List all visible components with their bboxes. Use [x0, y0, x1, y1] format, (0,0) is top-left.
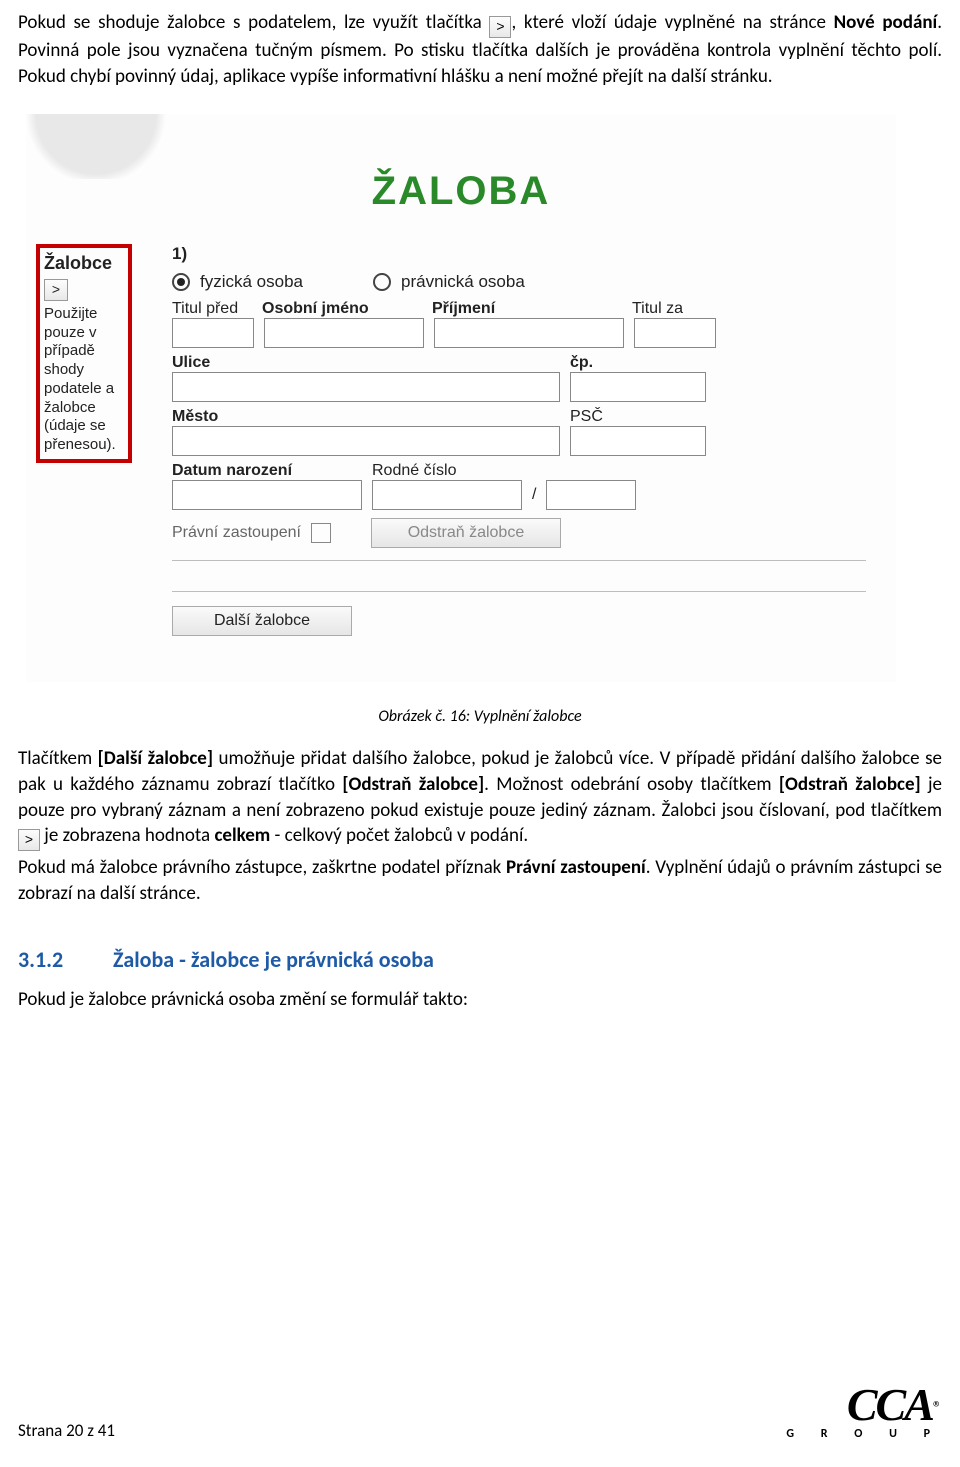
form-main: 1) fyzická osoba právnická osoba Titul p…: [132, 244, 896, 642]
sidebar-title: Žalobce: [44, 252, 124, 275]
input-osobni-jmeno[interactable]: [264, 318, 424, 348]
sidebar-zalobce: Žalobce > Použijte pouze v případě shody…: [36, 244, 132, 463]
figure-caption: Obrázek č. 16: Vyplnění žalobce: [18, 707, 942, 726]
section-number: 3.1.2: [18, 946, 108, 973]
input-mesto[interactable]: [172, 426, 560, 456]
label-prijmeni: Příjmení: [432, 300, 632, 318]
registered-icon: ®: [933, 1397, 942, 1419]
page-title: ŽALOBA: [26, 169, 896, 214]
text: . Možnost odebrání osoby tlačítkem: [484, 773, 779, 796]
slash-separator: /: [532, 486, 536, 504]
label-ulice: Ulice: [172, 354, 570, 372]
radio-pravnicka-label: právnická osoba: [401, 272, 525, 292]
input-titul-pred[interactable]: [172, 318, 254, 348]
text-bold: Právní zastoupení: [506, 856, 646, 879]
body-paragraph: Pokud má žalobce právního zástupce, zašk…: [18, 855, 942, 906]
label-titul-za: Titul za: [632, 300, 683, 318]
page-footer: Strana 20 z 41 CCA® G R O U P: [18, 1389, 942, 1441]
label-pravni-zast: Právní zastoupení: [172, 524, 301, 542]
add-plaintiff-button[interactable]: Další žalobce: [172, 606, 352, 636]
arrow-right-icon: >: [18, 829, 40, 851]
label-datum-nar: Datum narození: [172, 462, 372, 480]
text-bold: [Odstraň žalobce]: [342, 773, 484, 796]
label-psc: PSČ: [570, 408, 603, 426]
app-window: ŽALOBA Žalobce > Použijte pouze v případ…: [26, 114, 896, 682]
logo-text: CCA: [847, 1379, 933, 1430]
cca-logo: CCA® G R O U P: [786, 1389, 942, 1441]
input-datum-nar[interactable]: [172, 480, 362, 510]
text-bold: celkem: [214, 824, 270, 847]
figure-zaloba-form: ŽALOBA Žalobce > Použijte pouze v případ…: [18, 114, 942, 682]
text: Pokud se shoduje žalobce s podatelem, lz…: [18, 11, 489, 34]
input-psc[interactable]: [570, 426, 706, 456]
page-number: Strana 20 z 41: [18, 1420, 115, 1441]
copy-data-button[interactable]: >: [44, 279, 68, 301]
body-paragraph: Tlačítkem [Další žalobce] umožňuje přida…: [18, 746, 942, 851]
text: , které vloží údaje vyplněné na stránce: [511, 11, 833, 34]
text: Pokud má žalobce právního zástupce, zašk…: [18, 856, 506, 879]
text: Tlačítkem: [18, 747, 98, 770]
checkbox-pravni-zast[interactable]: [311, 523, 331, 543]
radio-pravnicka[interactable]: [373, 273, 391, 291]
input-rc-1[interactable]: [372, 480, 522, 510]
separator: [172, 591, 866, 592]
radio-fyzicka-label: fyzická osoba: [200, 272, 303, 292]
label-mesto: Město: [172, 408, 570, 426]
text: je zobrazena hodnota: [40, 824, 214, 847]
sidebar-hint: Použijte pouze v případě shody podatele …: [44, 305, 124, 455]
input-rc-2[interactable]: [546, 480, 636, 510]
section-heading: 3.1.2 Žaloba - žalobce je právnická osob…: [18, 946, 942, 973]
separator: [172, 560, 866, 561]
logo-subtitle: G R O U P: [786, 1427, 942, 1441]
arrow-right-icon: >: [489, 16, 511, 38]
radio-fyzicka[interactable]: [172, 273, 190, 291]
intro-paragraph: Pokud se shoduje žalobce s podatelem, lz…: [18, 10, 942, 89]
remove-plaintiff-button[interactable]: Odstraň žalobce: [371, 518, 561, 548]
input-titul-za[interactable]: [634, 318, 716, 348]
section-title: Žaloba - žalobce je právnická osoba: [113, 946, 434, 973]
form-number: 1): [172, 244, 866, 264]
label-cp: čp.: [570, 354, 593, 372]
text-bold: [Odstraň žalobce]: [779, 773, 921, 796]
text: - celkový počet žalobců v podání.: [270, 824, 528, 847]
label-rodne-cislo: Rodné číslo: [372, 462, 457, 480]
label-osobni-jmeno: Osobní jméno: [262, 300, 432, 318]
body-paragraph: Pokud je žalobce právnická osoba změní s…: [18, 987, 942, 1013]
text-bold: Nové podání: [834, 11, 938, 34]
input-prijmeni[interactable]: [434, 318, 624, 348]
radio-dot-icon: [177, 278, 185, 286]
input-cp[interactable]: [570, 372, 706, 402]
text-bold: [Další žalobce]: [98, 747, 213, 770]
label-titul-pred: Titul před: [172, 300, 262, 318]
input-ulice[interactable]: [172, 372, 560, 402]
